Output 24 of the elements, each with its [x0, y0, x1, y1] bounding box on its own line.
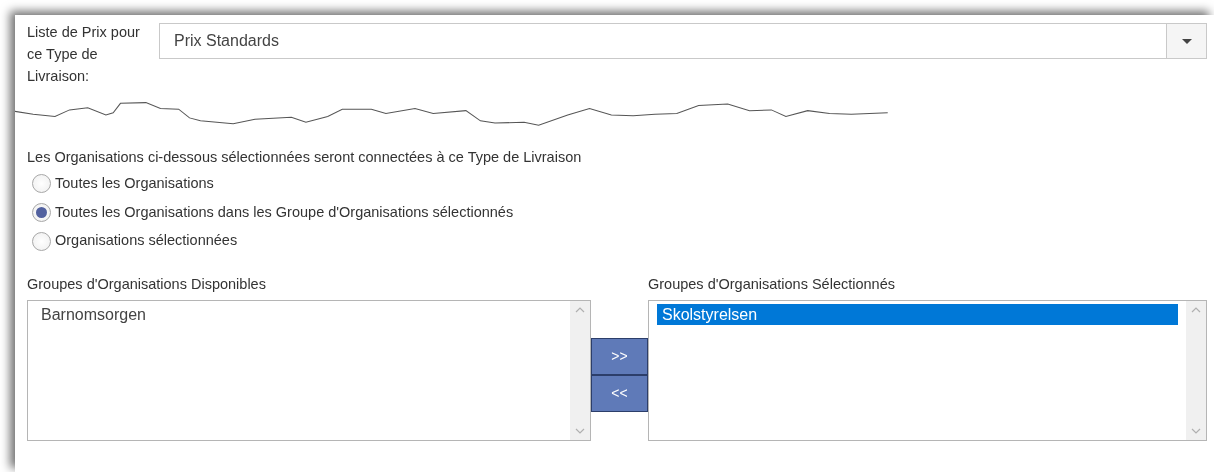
caret-icon: [1181, 38, 1192, 44]
transfer-button[interactable]: >>: [591, 337, 648, 375]
radio-label[interactable]: Toutes les Organisations: [55, 172, 214, 195]
section-heading: Les Organisations ci-dessous sélectionnées seront connectées à ce Type de Livraison: [27, 148, 583, 167]
radio-label[interactable]: Organisations sélectionnées: [55, 230, 238, 252]
radio-button[interactable]: [32, 174, 51, 194]
list-box[interactable]: Barnomsorgen: [27, 299, 591, 441]
transfer-button[interactable]: <<: [591, 374, 648, 412]
scroll-down-icon[interactable]: [575, 427, 585, 434]
list-item[interactable]: Skolstyrelsen: [657, 303, 1178, 325]
list-item[interactable]: Barnomsorgen: [36, 303, 562, 325]
radio-button[interactable]: [32, 202, 51, 222]
field-label: Liste de Prix pour ce Type de Livraison:: [27, 23, 141, 86]
list-box[interactable]: Skolstyrelsen: [648, 299, 1207, 441]
list-label: Groupes d'Organisations Sélectionnés: [648, 275, 896, 294]
radio-button[interactable]: [32, 231, 51, 251]
scrollbar[interactable]: [1186, 300, 1206, 440]
list-label: Groupes d'Organisations Disponibles: [27, 275, 267, 294]
scrollbar[interactable]: [570, 300, 590, 440]
scroll-up-icon[interactable]: [575, 306, 585, 313]
price-list-dropdown[interactable]: Prix Standards: [159, 23, 1207, 59]
radio-label[interactable]: Toutes les Organisations dans les Groupe d'Organisations sélectionnés: [55, 201, 514, 224]
scroll-down-icon[interactable]: [1191, 427, 1201, 434]
scroll-up-icon[interactable]: [1191, 306, 1201, 313]
